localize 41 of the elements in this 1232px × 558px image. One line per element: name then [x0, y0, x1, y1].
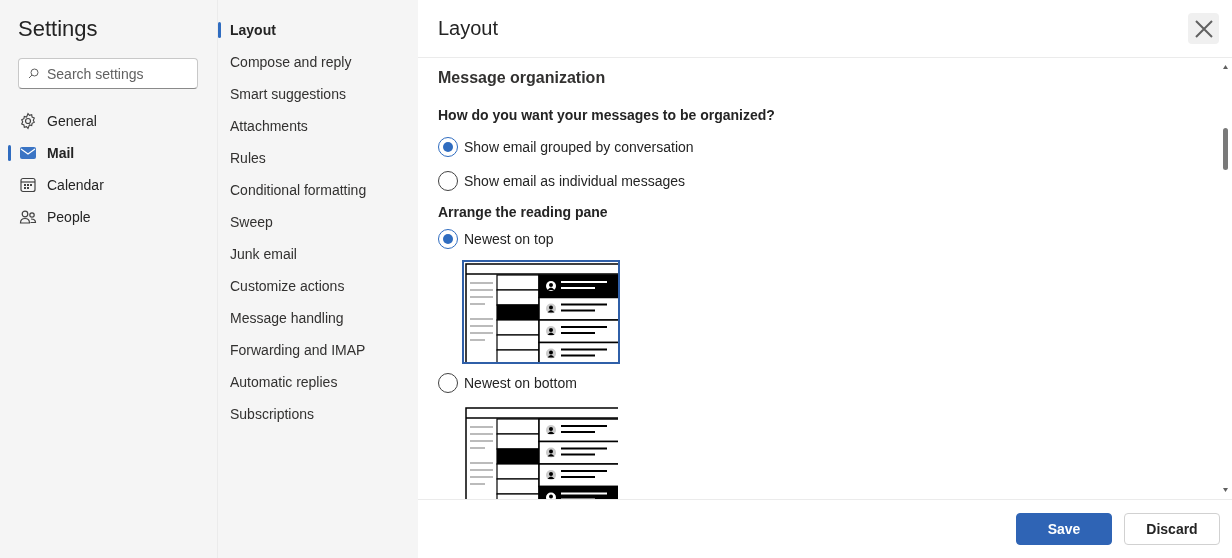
subnav-item[interactable]: Attachments	[230, 118, 308, 134]
selection-indicator	[218, 22, 221, 38]
question-label: How do you want your messages to be organized?	[438, 106, 776, 125]
subnav-item[interactable]: Forwarding and IMAP	[230, 342, 366, 358]
radio-label[interactable]: Show email as individual messages	[464, 173, 685, 189]
nav-item[interactable]: Mail	[0, 137, 217, 169]
section-heading: Message organization	[438, 68, 607, 88]
subnav-item[interactable]: Layout	[230, 22, 276, 38]
scrollbar-thumb[interactable]	[1223, 128, 1228, 170]
subnav-item[interactable]: Junk email	[230, 246, 297, 262]
gear-icon	[19, 112, 37, 130]
subnav-item[interactable]: Customize actions	[230, 278, 345, 294]
discard-button[interactable]: Discard	[1124, 513, 1220, 545]
subnav-item[interactable]: Smart suggestions	[230, 86, 346, 102]
nav-item[interactable]: People	[0, 201, 217, 233]
scroll-down-icon[interactable]	[1223, 488, 1228, 492]
scroll-up-icon[interactable]	[1223, 65, 1228, 69]
radio-label[interactable]: Show email grouped by conversation	[464, 139, 694, 155]
search-field[interactable]: Search settings	[18, 58, 198, 89]
selection-indicator	[8, 145, 11, 161]
subnav-item[interactable]: Subscriptions	[230, 406, 315, 422]
save-button[interactable]: Save	[1016, 513, 1112, 545]
question-label: Arrange the reading pane	[438, 203, 609, 222]
close-button[interactable]	[1188, 13, 1219, 44]
mail-icon	[19, 144, 37, 162]
subnav-item[interactable]: Sweep	[230, 214, 273, 230]
calendar-icon	[19, 176, 37, 194]
subnav-item[interactable]: Message handling	[230, 310, 344, 326]
subnav-item[interactable]: Rules	[230, 150, 266, 166]
subnav-item[interactable]: Conditional formatting	[230, 182, 367, 198]
panel-title: Layout	[438, 17, 499, 40]
radio-label[interactable]: Newest on bottom	[464, 375, 577, 391]
search-icon	[28, 68, 39, 79]
nav-item[interactable]: Calendar	[0, 169, 217, 201]
people-icon	[19, 208, 37, 226]
close-icon	[1194, 19, 1213, 38]
subnav-item[interactable]: Automatic replies	[230, 374, 338, 390]
radio-label[interactable]: Newest on top	[464, 231, 554, 247]
nav-item[interactable]: General	[0, 105, 217, 137]
settings-title: Settings	[18, 16, 99, 42]
subnav-item[interactable]: Compose and reply	[230, 54, 352, 70]
